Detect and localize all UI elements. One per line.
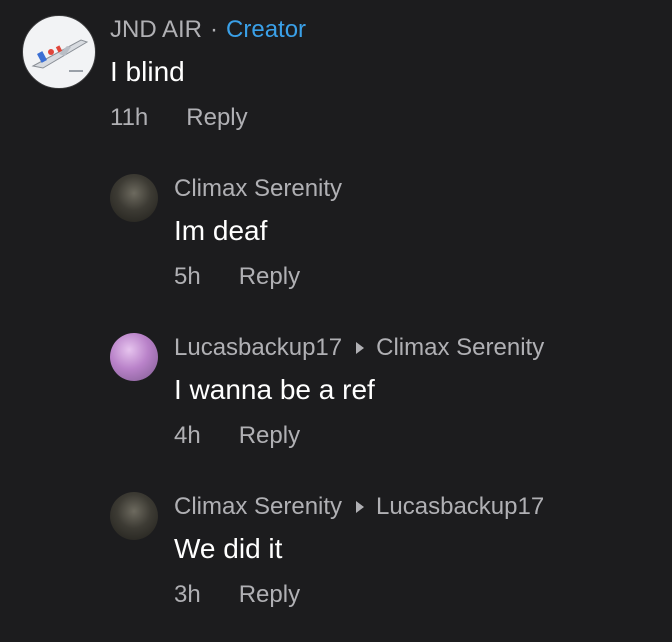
comment-time: 5h — [174, 263, 201, 290]
user-avatar[interactable] — [110, 174, 158, 222]
comment-actions: 11h Reply — [110, 103, 306, 133]
author-name[interactable]: Climax Serenity — [174, 174, 342, 204]
comment-header: JND AIR · Creator — [110, 15, 306, 45]
reply-comment: Climax Serenity Lucasbackup17 We did it … — [110, 492, 544, 610]
author-name[interactable]: Lucasbackup17 — [174, 333, 342, 363]
comment-time: 3h — [174, 581, 201, 608]
reply-to-arrow-icon — [356, 342, 365, 354]
author-name[interactable]: Climax Serenity — [174, 492, 342, 522]
comment-text: I blind — [110, 56, 185, 87]
comment-text: We did it — [174, 533, 283, 564]
author-name[interactable]: JND AIR — [110, 15, 202, 45]
comment-actions: 4h Reply — [174, 421, 544, 451]
comment-actions: 3h Reply — [174, 580, 544, 610]
comment-header: Climax Serenity — [174, 174, 342, 204]
reply-button[interactable]: Reply — [239, 580, 300, 610]
comment-actions: 5h Reply — [174, 262, 342, 292]
comment-text: I wanna be a ref — [174, 374, 375, 405]
creator-avatar[interactable] — [22, 15, 96, 89]
user-avatar[interactable] — [110, 492, 158, 540]
reply-button[interactable]: Reply — [186, 103, 247, 133]
replying-to-name[interactable]: Climax Serenity — [376, 333, 544, 363]
reply-comment: Lucasbackup17 Climax Serenity I wanna be… — [110, 333, 544, 451]
comment-text: Im deaf — [174, 215, 268, 246]
reply-button[interactable]: Reply — [239, 421, 300, 451]
separator-dot: · — [210, 16, 219, 43]
comment-time: 4h — [174, 422, 201, 449]
comment-header: Climax Serenity Lucasbackup17 — [174, 492, 544, 522]
replying-to-name[interactable]: Lucasbackup17 — [376, 492, 544, 522]
reply-button[interactable]: Reply — [239, 262, 300, 292]
comment-time: 11h — [110, 104, 149, 131]
reply-comment: Climax Serenity Im deaf 5h Reply — [110, 174, 342, 292]
airplane-avatar-icon — [31, 39, 89, 72]
comment-header: Lucasbackup17 Climax Serenity — [174, 333, 544, 363]
user-avatar[interactable] — [110, 333, 158, 381]
top-comment: JND AIR · Creator I blind 11h Reply — [22, 15, 306, 133]
creator-badge: Creator — [226, 16, 307, 43]
reply-to-arrow-icon — [356, 501, 365, 513]
